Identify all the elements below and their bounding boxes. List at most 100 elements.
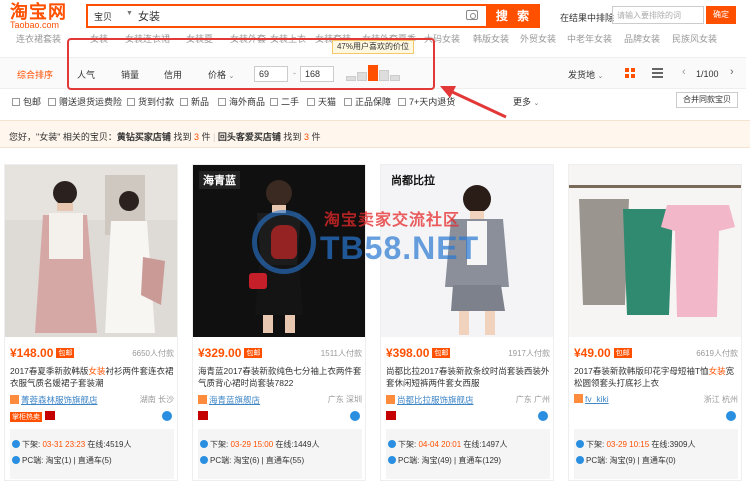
shop-icon (198, 395, 207, 404)
checkbox[interactable] (180, 98, 188, 106)
list-view-icon[interactable] (652, 68, 663, 78)
price-row: ¥49.00 包邮 6619人付款 (574, 346, 738, 360)
filter-tmall[interactable]: 天猫 (307, 95, 336, 108)
more-filters[interactable]: 更多 ⌄ (513, 95, 539, 108)
price-row: ¥329.00 包邮 1511人付款 (198, 346, 362, 360)
product-title[interactable]: 尚都比拉2017春装新款条纹时尚套装西装外套休闲短裤两件套女西服 (386, 365, 550, 389)
filter-cod[interactable]: 货到付款 (127, 95, 174, 108)
chevron-right-icon[interactable]: › (730, 66, 734, 78)
confirm-button[interactable]: 确定 (706, 6, 736, 24)
merge-same-items-button[interactable]: 合并同款宝贝 (676, 92, 738, 108)
pc-icon (200, 456, 208, 464)
shop-name-link[interactable]: 菁蓉森林服饰旗舰店 (21, 395, 98, 405)
ship-from-select[interactable]: 发货地 ⌄ (568, 68, 603, 81)
chevron-left-icon[interactable]: ‹ (682, 66, 686, 78)
product-image[interactable]: 尚都比拉 (381, 165, 553, 337)
category-link[interactable]: 品牌女装 (624, 34, 660, 45)
wangwang-chat-icon[interactable] (538, 411, 548, 421)
product-card[interactable]: ¥148.00 包邮 6650人付款 2017春夏季新款韩版女装衬衫两件套连衣裙衣… (4, 164, 178, 481)
search-category-select[interactable]: 宝贝 (94, 10, 112, 23)
gold-buyer-shop-link[interactable]: 黄钻买家店铺 (117, 132, 171, 142)
shop-name-link[interactable]: 尚都比拉服饰旗舰店 (397, 395, 474, 405)
wangwang-chat-icon[interactable] (726, 411, 736, 421)
product-card[interactable]: 海青蓝 ¥329.00 包邮 1511人付款 海青蓝2017春装新款纯色七分袖上衣… (192, 164, 366, 481)
stat-pc: PC端: 淘宝(1) | 直通车(5) (12, 455, 112, 466)
checkbox[interactable] (218, 98, 226, 106)
gold-count: 3 (193, 132, 199, 142)
free-shipping-badge: 包邮 (432, 348, 451, 358)
search-button[interactable]: 搜 索 (488, 4, 540, 28)
title-keyword: 女装 (708, 366, 726, 376)
sort-default[interactable]: 综合排序 (17, 68, 53, 81)
product-card[interactable]: 尚都比拉 ¥398.00 包邮 1917人付款 尚都比拉2017春装新款条纹时尚套… (380, 164, 554, 481)
taobao-logo[interactable]: 淘宝网 Taobao.com (10, 3, 67, 30)
category-link[interactable]: 连衣裙套装 (16, 34, 61, 45)
badge-row (386, 411, 550, 423)
title-part: 2017春装新款韩版印花字母短袖T恤 (574, 366, 709, 376)
category-link[interactable]: 民族风女装 (672, 34, 717, 45)
title-part: 2017春夏季新款韩版 (10, 366, 89, 376)
filter-label: 7+天内退货 (409, 97, 456, 107)
filter-free-shipping[interactable]: 包邮 (12, 95, 41, 108)
checkbox[interactable] (398, 98, 406, 106)
more-label: 更多 (513, 97, 532, 107)
category-link[interactable]: 中老年女装 (567, 34, 612, 45)
product-image[interactable] (5, 165, 177, 337)
product-stats: 下架: 03-29 15:00 在线:1449人 PC端: 淘宝(6) | 直通… (198, 429, 362, 479)
grid-view-icon[interactable] (625, 68, 635, 78)
shop-icon (574, 394, 583, 403)
filter-7day-return[interactable]: 7+天内退货 (398, 95, 455, 108)
filter-return-insurance[interactable]: 赠送退货运费险 (48, 95, 122, 108)
filter-row: 包邮 赠送退货运费险 货到付款 新品 海外商品 二手 天猫 正品保障 7+天内退… (0, 92, 746, 110)
chevron-down-icon: ⌄ (533, 100, 540, 107)
wangwang-chat-icon[interactable] (350, 411, 360, 421)
wangwang-chat-icon[interactable] (162, 411, 172, 421)
stat-pc: PC端: 淘宝(6) | 直通车(55) (200, 455, 304, 466)
exclude-input[interactable]: 请输入要排除的词 (612, 6, 704, 24)
checkbox[interactable] (12, 98, 20, 106)
shop-name-link[interactable]: 海青蓝旗舰店 (209, 395, 260, 405)
stat-pc: PC端: 淘宝(49) | 直通车(129) (388, 455, 501, 466)
checkbox[interactable] (344, 98, 352, 106)
search-input[interactable] (138, 8, 458, 24)
checkbox[interactable] (270, 98, 278, 106)
stat-value: 淘宝(49) (421, 456, 452, 465)
shop-name-link[interactable]: fv_kiki (585, 394, 609, 404)
tmall-icon (386, 411, 396, 420)
product-image[interactable] (569, 165, 741, 337)
stat-value: 03-29 10:15 (606, 440, 650, 449)
filter-genuine[interactable]: 正品保障 (344, 95, 391, 108)
title-part: 海青蓝2017春装新款纯色七分袖上衣两件套气质背心裙时尚套装7822 (198, 366, 362, 388)
camera-icon[interactable] (466, 10, 478, 20)
product-title[interactable]: 海青蓝2017春装新款纯色七分袖上衣两件套气质背心裙时尚套装7822 (198, 365, 362, 389)
tmall-icon (45, 411, 55, 420)
category-link[interactable]: 外贸女装 (520, 34, 556, 45)
stat-value: 淘宝(6) (233, 456, 260, 465)
product-title[interactable]: 2017春夏季新款韩版女装衬衫两件套连衣裙衣服气质名媛裙子套装潮 (10, 365, 174, 389)
shop-icon (386, 395, 395, 404)
product-card[interactable]: ¥49.00 包邮 6619人付款 2017春装新款韩版印花字母短袖T恤女装宽松圆… (568, 164, 742, 481)
logo-subtext: Taobao.com (10, 20, 60, 30)
repeat-buyer-shop-link[interactable]: 回头客爱买店铺 (218, 132, 281, 142)
product-price: ¥329.00 (198, 346, 242, 360)
stat-label: PC端: (210, 456, 232, 465)
product-stats: 下架: 03-31 23:23 在线:4519人 PC端: 淘宝(1) | 直通… (10, 429, 174, 479)
product-price: ¥148.00 (10, 346, 54, 360)
product-photo (5, 165, 177, 337)
product-price: ¥49.00 (574, 346, 611, 360)
filter-overseas[interactable]: 海外商品 (218, 95, 265, 108)
filter-secondhand[interactable]: 二手 (270, 95, 299, 108)
product-stats: 下架: 04-04 20:01 在线:1497人 PC端: 淘宝(49) | 直… (386, 429, 550, 479)
filter-new[interactable]: 新品 (180, 95, 209, 108)
stat-value: 1497人 (481, 440, 508, 449)
category-link[interactable]: 韩版女装 (473, 34, 509, 45)
product-image[interactable]: 海青蓝 (193, 165, 365, 337)
product-title[interactable]: 2017春装新款韩版印花字母短袖T恤女装宽松圆领套头打底衫上衣 (574, 365, 738, 389)
chevron-down-icon[interactable]: ▼ (126, 10, 133, 17)
stat-delist: 下架: 03-29 10:15 在线:3909人 (576, 439, 695, 450)
image-brand-label: 尚都比拉 (391, 175, 435, 187)
checkbox[interactable] (307, 98, 315, 106)
filter-label: 新品 (191, 97, 210, 107)
checkbox[interactable] (48, 98, 56, 106)
checkbox[interactable] (127, 98, 135, 106)
